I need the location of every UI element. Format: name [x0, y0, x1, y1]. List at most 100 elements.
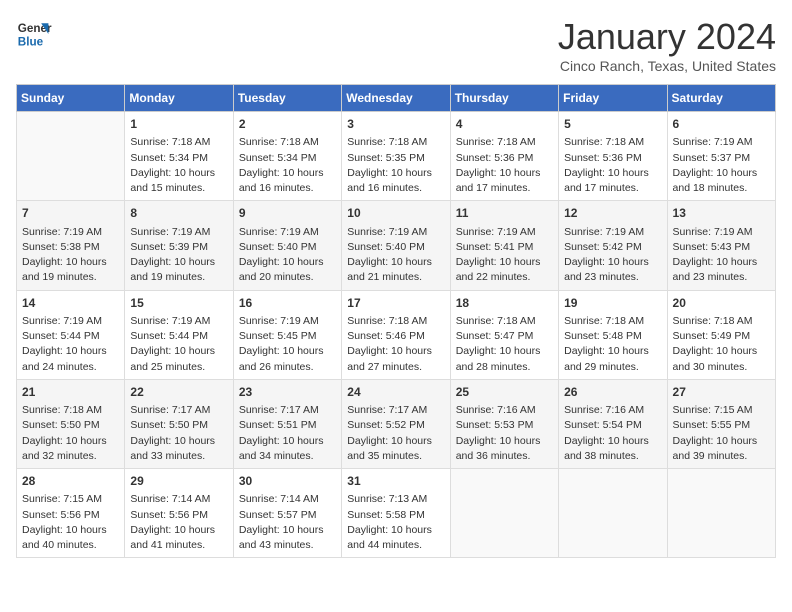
- day-info: Daylight: 10 hours: [456, 344, 553, 359]
- day-info: Sunrise: 7:15 AM: [22, 492, 119, 507]
- day-number: 3: [347, 116, 444, 133]
- day-number: 2: [239, 116, 336, 133]
- day-info: and 35 minutes.: [347, 449, 444, 464]
- col-saturday: Saturday: [667, 85, 775, 112]
- day-info: Daylight: 10 hours: [347, 523, 444, 538]
- day-info: and 32 minutes.: [22, 449, 119, 464]
- calendar-cell: 30Sunrise: 7:14 AMSunset: 5:57 PMDayligh…: [233, 469, 341, 558]
- day-info: Sunset: 5:52 PM: [347, 418, 444, 433]
- day-info: Sunrise: 7:19 AM: [130, 225, 227, 240]
- day-number: 12: [564, 205, 661, 222]
- calendar-cell: 16 Sunrise: 7:19 AMSunset: 5:45 PMDayligh…: [233, 290, 341, 379]
- day-number: 30: [239, 473, 336, 490]
- week-row-2: 14Sunrise: 7:19 AMSunset: 5:44 PMDayligh…: [17, 290, 776, 379]
- day-info: Sunset: 5:46 PM: [347, 329, 444, 344]
- day-number: 18: [456, 295, 553, 312]
- calendar-cell: 21Sunrise: 7:18 AMSunset: 5:50 PMDayligh…: [17, 379, 125, 468]
- day-info: and 23 minutes.: [673, 270, 770, 285]
- day-info: Daylight: 10 hours: [239, 523, 336, 538]
- day-info: Sunset: 5:58 PM: [347, 508, 444, 523]
- day-info: Sunrise: 7:19 AM: [673, 135, 770, 150]
- logo: General Blue: [16, 16, 52, 52]
- calendar-cell: 12Sunrise: 7:19 AMSunset: 5:42 PMDayligh…: [559, 201, 667, 290]
- calendar-cell: 11Sunrise: 7:19 AMSunset: 5:41 PMDayligh…: [450, 201, 558, 290]
- day-info: Sunrise: 7:18 AM: [22, 403, 119, 418]
- calendar-cell: 17Sunrise: 7:18 AMSunset: 5:46 PMDayligh…: [342, 290, 450, 379]
- calendar-cell: 6Sunrise: 7:19 AMSunset: 5:37 PMDaylight…: [667, 112, 775, 201]
- day-info: Sunset: 5:45 PM: [239, 329, 336, 344]
- calendar-subtitle: Cinco Ranch, Texas, United States: [558, 58, 776, 74]
- day-info: and 40 minutes.: [22, 538, 119, 553]
- day-info: Daylight: 10 hours: [673, 255, 770, 270]
- calendar-cell: 8 Sunrise: 7:19 AMSunset: 5:39 PMDaylight…: [125, 201, 233, 290]
- day-info: and 30 minutes.: [673, 360, 770, 375]
- day-info: and 39 minutes.: [673, 449, 770, 464]
- title-block: January 2024 Cinco Ranch, Texas, United …: [558, 16, 776, 74]
- day-info: Sunrise: 7:15 AM: [673, 403, 770, 418]
- week-row-1: 7Sunrise: 7:19 AMSunset: 5:38 PMDaylight…: [17, 201, 776, 290]
- day-number: 27: [673, 384, 770, 401]
- day-info: Daylight: 10 hours: [673, 434, 770, 449]
- day-info: Daylight: 10 hours: [347, 434, 444, 449]
- day-number: 7: [22, 205, 119, 222]
- day-info: Sunrise: 7:13 AM: [347, 492, 444, 507]
- day-info: and 22 minutes.: [456, 270, 553, 285]
- day-number: 28: [22, 473, 119, 490]
- calendar-cell: 22Sunrise: 7:17 AMSunset: 5:50 PMDayligh…: [125, 379, 233, 468]
- day-number: 9: [239, 205, 336, 222]
- day-info: Sunrise: 7:18 AM: [673, 314, 770, 329]
- day-info: Daylight: 10 hours: [673, 344, 770, 359]
- day-number: 1: [130, 116, 227, 133]
- day-info: Daylight: 10 hours: [239, 344, 336, 359]
- calendar-cell: 1Sunrise: 7:18 AMSunset: 5:34 PMDaylight…: [125, 112, 233, 201]
- col-monday: Monday: [125, 85, 233, 112]
- day-info: Daylight: 10 hours: [456, 166, 553, 181]
- calendar-header: Sunday Monday Tuesday Wednesday Thursday…: [17, 85, 776, 112]
- day-info: Daylight: 10 hours: [130, 344, 227, 359]
- day-info: Sunrise: 7:18 AM: [456, 314, 553, 329]
- day-info: Sunset: 5:44 PM: [22, 329, 119, 344]
- day-info: Sunset: 5:35 PM: [347, 151, 444, 166]
- day-info: Daylight: 10 hours: [130, 255, 227, 270]
- calendar-cell: 24 Sunrise: 7:17 AMSunset: 5:52 PMDayligh…: [342, 379, 450, 468]
- day-info: Sunset: 5:55 PM: [673, 418, 770, 433]
- day-info: Sunset: 5:42 PM: [564, 240, 661, 255]
- day-number: 15: [130, 295, 227, 312]
- header-row: Sunday Monday Tuesday Wednesday Thursday…: [17, 85, 776, 112]
- page-header: General Blue January 2024 Cinco Ranch, T…: [16, 16, 776, 74]
- day-info: Sunset: 5:39 PM: [130, 240, 227, 255]
- day-info: Sunrise: 7:14 AM: [130, 492, 227, 507]
- day-info: Sunrise: 7:17 AM: [347, 403, 444, 418]
- day-info: and 19 minutes.: [22, 270, 119, 285]
- day-info: Sunset: 5:57 PM: [239, 508, 336, 523]
- day-info: Daylight: 10 hours: [239, 255, 336, 270]
- day-info: Sunrise: 7:19 AM: [239, 314, 336, 329]
- day-info: and 41 minutes.: [130, 538, 227, 553]
- calendar-cell: 25Sunrise: 7:16 AMSunset: 5:53 PMDayligh…: [450, 379, 558, 468]
- day-info: and 33 minutes.: [130, 449, 227, 464]
- calendar-cell: 19Sunrise: 7:18 AMSunset: 5:48 PMDayligh…: [559, 290, 667, 379]
- day-info: Daylight: 10 hours: [456, 434, 553, 449]
- day-info: Sunrise: 7:17 AM: [130, 403, 227, 418]
- day-number: 16: [239, 295, 336, 312]
- day-info: and 24 minutes.: [22, 360, 119, 375]
- day-info: Sunrise: 7:18 AM: [564, 314, 661, 329]
- calendar-cell: 9Sunrise: 7:19 AMSunset: 5:40 PMDaylight…: [233, 201, 341, 290]
- calendar-table: Sunday Monday Tuesday Wednesday Thursday…: [16, 84, 776, 558]
- day-info: Sunset: 5:49 PM: [673, 329, 770, 344]
- day-info: and 34 minutes.: [239, 449, 336, 464]
- day-info: Sunset: 5:36 PM: [564, 151, 661, 166]
- calendar-cell: [559, 469, 667, 558]
- day-number: 24: [347, 384, 444, 401]
- day-info: Sunrise: 7:19 AM: [22, 225, 119, 240]
- day-number: 22: [130, 384, 227, 401]
- day-info: Daylight: 10 hours: [564, 434, 661, 449]
- day-number: 8: [130, 205, 227, 222]
- day-info: Sunrise: 7:18 AM: [456, 135, 553, 150]
- calendar-cell: 2Sunrise: 7:18 AMSunset: 5:34 PMDaylight…: [233, 112, 341, 201]
- calendar-cell: 26Sunrise: 7:16 AMSunset: 5:54 PMDayligh…: [559, 379, 667, 468]
- day-info: Daylight: 10 hours: [239, 166, 336, 181]
- col-tuesday: Tuesday: [233, 85, 341, 112]
- day-info: Sunset: 5:37 PM: [673, 151, 770, 166]
- calendar-cell: 13Sunrise: 7:19 AMSunset: 5:43 PMDayligh…: [667, 201, 775, 290]
